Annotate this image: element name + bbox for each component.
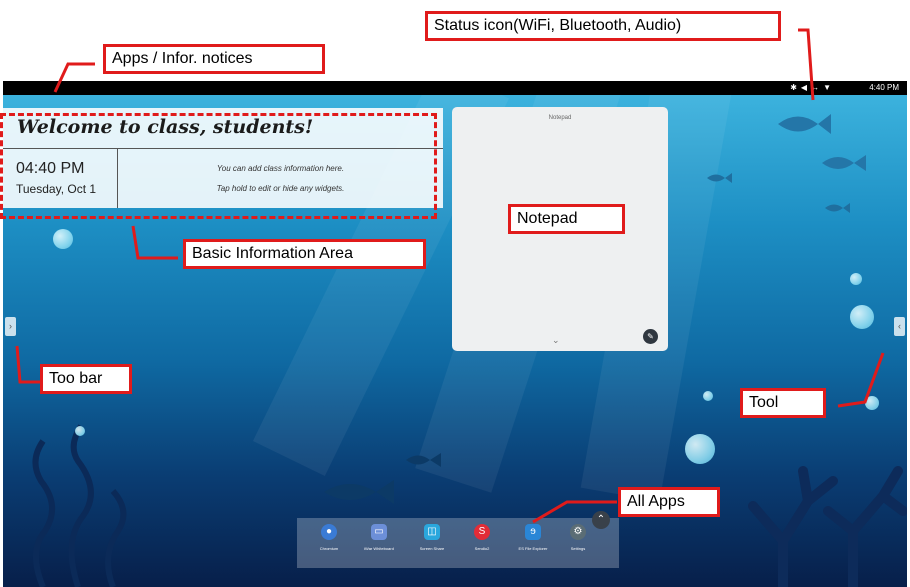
dock-app-label: iWar Whiteboard — [364, 546, 394, 551]
bubble-decoration — [703, 391, 713, 401]
fish-decoration — [406, 453, 441, 467]
whiteboard-icon: ▭ — [371, 524, 387, 540]
seaweed-decoration — [32, 424, 127, 587]
fish-decoration — [822, 155, 866, 171]
all-apps-button[interactable]: ⌃ — [592, 511, 610, 529]
status-icons[interactable]: ✱ ◀ ↔ ▼ — [790, 83, 831, 93]
basic-info-highlight — [0, 113, 437, 219]
notepad-title: Notepad — [548, 115, 572, 121]
dock-app-whiteboard[interactable]: ▭ iWar Whiteboard — [356, 524, 402, 551]
callout-status-icon: Status icon(WiFi, Bluetooth, Audio) — [425, 11, 781, 41]
bubble-decoration — [865, 396, 879, 410]
gear-icon: ⚙ — [570, 524, 586, 540]
dock-app-label: Sendio2 — [474, 546, 490, 551]
app-dock: ● Chromium ▭ iWar Whiteboard ◫ Screen Sh… — [297, 518, 619, 568]
fish-decoration — [324, 480, 394, 504]
bubble-decoration — [53, 229, 73, 249]
dock-app-label: ES File Explorer — [518, 546, 548, 551]
coral-decoration — [748, 466, 907, 587]
chevron-down-icon[interactable]: ⌄ — [552, 335, 560, 346]
fish-decoration — [778, 114, 831, 134]
chromium-icon: ● — [321, 524, 337, 540]
bluetooth-icon: ✱ — [790, 83, 797, 92]
cast-icon: ◫ — [424, 524, 440, 540]
bubble-decoration — [685, 434, 715, 464]
fish-decoration — [707, 173, 732, 183]
callout-tool: Tool — [740, 388, 826, 418]
dock-app-settings[interactable]: ⚙ Settings — [555, 524, 601, 551]
pencil-icon[interactable]: ✎ — [643, 329, 658, 344]
status-clock: 4:40 PM — [869, 83, 899, 92]
callout-notepad: Notepad — [508, 204, 625, 234]
sendio-icon: S — [474, 524, 490, 540]
bubble-decoration — [850, 305, 874, 329]
tool-handle-right[interactable]: ‹ — [894, 317, 905, 336]
status-bar: ✱ ◀ ↔ ▼ 4:40 PM — [3, 81, 907, 95]
dock-app-screen-share[interactable]: ◫ Screen Share — [409, 524, 455, 551]
bubble-decoration — [850, 273, 862, 285]
callout-apps-notices: Apps / Infor. notices — [103, 44, 325, 74]
dock-app-file-explorer[interactable]: ɘ ES File Explorer — [510, 524, 556, 551]
dock-app-label: Settings — [570, 546, 586, 551]
file-explorer-icon: ɘ — [525, 524, 541, 540]
dock-app-sendio[interactable]: S Sendio2 — [459, 524, 505, 551]
wifi-icon: ▼ — [823, 83, 831, 92]
volume-icon: ◀ — [800, 83, 808, 92]
dock-app-label: Chromium — [319, 546, 339, 551]
callout-toolbar: Too bar — [40, 364, 132, 394]
fish-decoration — [825, 203, 850, 213]
callout-all-apps: All Apps — [618, 487, 720, 517]
callout-basic-info: Basic Information Area — [183, 239, 426, 269]
bubble-decoration — [75, 426, 85, 436]
toolbar-handle-left[interactable]: › — [5, 317, 16, 336]
dock-app-chromium[interactable]: ● Chromium — [306, 524, 352, 551]
dock-app-label: Screen Share — [419, 546, 445, 551]
ethernet-icon: ↔ — [811, 83, 820, 92]
